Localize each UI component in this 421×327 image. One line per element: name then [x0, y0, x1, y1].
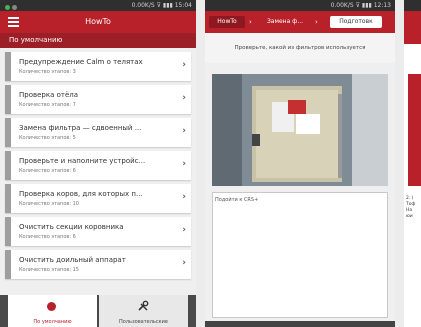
- app-title: HowTo: [85, 17, 111, 26]
- item-step-count: Количество этапов: 7: [19, 102, 76, 108]
- status-bar: [404, 0, 421, 11]
- howto-list: Предупреждение Calm о телятах Количество …: [0, 48, 196, 279]
- item-step-count: Количество этапов: 5: [19, 135, 76, 141]
- list-item[interactable]: Проверьте и наполните устройс... Количест…: [5, 151, 191, 180]
- breadcrumb-step[interactable]: Подготовк: [330, 16, 382, 28]
- breadcrumb-task[interactable]: Замена ф...: [263, 16, 307, 28]
- section-header: По умолчанию: [0, 33, 196, 48]
- step-text-line: юи: [406, 214, 413, 219]
- step-photo: [408, 74, 421, 186]
- status-text: 0.00K/S ⊽ ▮▮▮ 12:13: [330, 2, 391, 9]
- breadcrumb-separator-icon: ›: [315, 18, 318, 26]
- phone-screen-partial: 2. ( Тоф На юи: [404, 0, 421, 327]
- status-bar: 0.00K/S ⊽ ▮▮▮ 15:04: [0, 0, 196, 11]
- phone-screen-list: 0.00K/S ⊽ ▮▮▮ 15:04 HowTo По умолчанию П…: [0, 0, 196, 327]
- item-title: Предупреждение Calm о телятах: [19, 58, 143, 66]
- item-step-count: Количество этапов: 6: [19, 234, 76, 240]
- tab-custom-label: Пользовательские: [119, 319, 168, 325]
- chevron-right-icon: ›: [182, 159, 186, 169]
- chevron-right-icon: ›: [182, 126, 186, 136]
- list-item[interactable]: Проверка отёла Количество этапов: 7 ›: [5, 85, 191, 114]
- chevron-right-icon: ›: [182, 60, 186, 70]
- phone-screen-step: 0.00K/S ⊽ ▮▮▮ 12:13 HowTo › Замена ф... …: [205, 0, 395, 327]
- step-instruction: Проверьте, какой из фильтров используетс…: [205, 33, 395, 63]
- list-item[interactable]: Очистить секции коровника Количество этап…: [5, 217, 191, 246]
- item-step-count: Количество этапов: 6: [19, 168, 76, 174]
- notes-field[interactable]: Подойти к CRS+: [212, 192, 388, 318]
- item-title: Проверка коров, для которых п...: [19, 190, 143, 198]
- item-title: Проверка отёла: [19, 91, 79, 99]
- status-bar: 0.00K/S ⊽ ▮▮▮ 12:13: [205, 0, 395, 11]
- list-item[interactable]: Очистить доильный аппарат Количество этап…: [5, 250, 191, 279]
- chevron-right-icon: ›: [182, 258, 186, 268]
- list-item[interactable]: Предупреждение Calm о телятах Количество …: [5, 52, 191, 81]
- app-bar: [404, 11, 421, 44]
- filter-cabinet-image: [212, 74, 388, 186]
- bottom-nav: По умолчанию Пользовательские: [0, 295, 196, 327]
- step-photo[interactable]: [212, 74, 388, 186]
- list-item[interactable]: Проверка коров, для которых п... Количест…: [5, 184, 191, 213]
- notes-text: Подойти к CRS+: [215, 197, 259, 203]
- bottom-bar: [205, 321, 395, 327]
- item-title: Очистить секции коровника: [19, 223, 124, 231]
- tab-default[interactable]: По умолчанию: [8, 295, 97, 327]
- item-title: Замена фильтра — сдвоенный ...: [19, 124, 142, 132]
- app-bar: HowTo: [0, 11, 196, 33]
- tools-icon: [138, 300, 149, 311]
- status-text: 0.00K/S ⊽ ▮▮▮ 15:04: [131, 2, 192, 9]
- list-item[interactable]: Замена фильтра — сдвоенный ... Количество…: [5, 118, 191, 147]
- item-step-count: Количество этапов: 15: [19, 267, 79, 273]
- tab-default-label: По умолчанию: [33, 319, 72, 325]
- breadcrumb: HowTo › Замена ф... › Подготовк: [205, 11, 395, 33]
- item-step-count: Количество этапов: 3: [19, 69, 76, 75]
- item-title: Проверьте и наполните устройс...: [19, 157, 146, 165]
- chevron-right-icon: ›: [182, 93, 186, 103]
- chevron-right-icon: ›: [182, 192, 186, 202]
- item-title: Очистить доильный аппарат: [19, 256, 126, 264]
- breadcrumb-howto[interactable]: HowTo: [209, 16, 245, 28]
- tab-custom[interactable]: Пользовательские: [99, 295, 188, 327]
- step-text: 2. ( Тоф На юи: [406, 196, 415, 220]
- chevron-right-icon: ›: [182, 225, 186, 235]
- item-step-count: Количество этапов: 10: [19, 201, 79, 207]
- record-icon: [47, 302, 56, 311]
- breadcrumb-separator-icon: ›: [249, 18, 252, 26]
